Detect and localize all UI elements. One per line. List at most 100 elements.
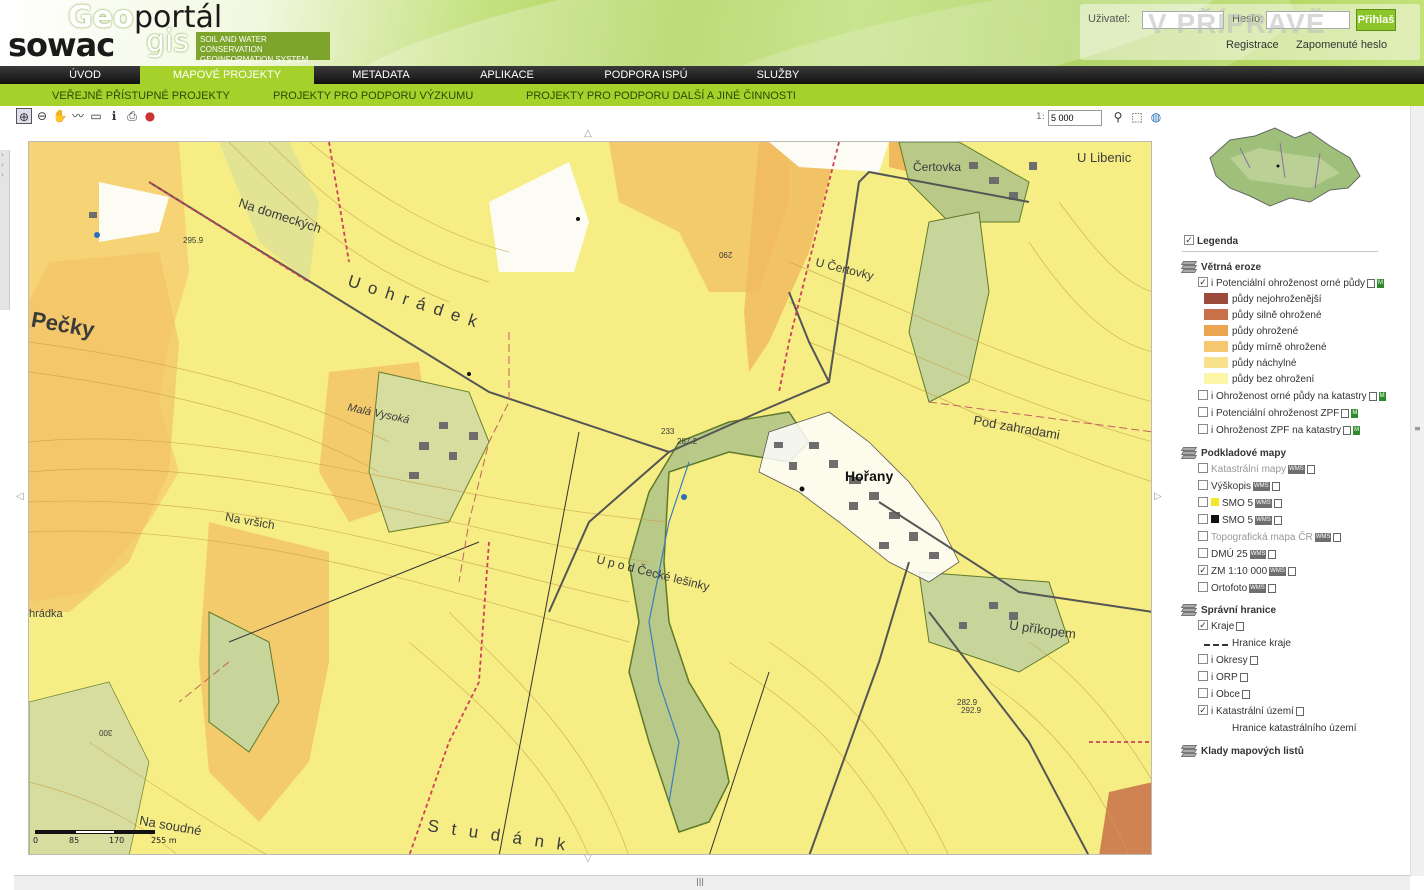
layer-settings-icon[interactable]	[1333, 532, 1342, 542]
info-badge[interactable]: i	[1211, 672, 1213, 683]
info-badge[interactable]: i	[1211, 408, 1213, 419]
layer-metadata-icon[interactable]: M	[1353, 425, 1361, 435]
legend-section-base-maps[interactable]: Podkladové mapy	[1180, 446, 1286, 462]
layer-checkbox[interactable]	[1198, 480, 1208, 491]
legend-layer[interactable]: ZM 1:10 000WMS	[1198, 564, 1296, 580]
nav-item-podpora-ispu[interactable]: PODPORA ISPÚ	[566, 66, 726, 84]
layer-metadata-icon[interactable]: M	[1351, 408, 1359, 418]
subnav-item-other[interactable]: PROJEKTY PRO PODPORU DALŠÍ A JINÉ ČINNOS…	[526, 84, 796, 106]
layer-settings-icon[interactable]	[1368, 391, 1377, 401]
legend-layer[interactable]: Topografická mapa ČR WMS	[1198, 530, 1342, 546]
layer-checkbox[interactable]	[1198, 620, 1208, 631]
info-badge[interactable]: i	[1211, 278, 1213, 289]
info-badge[interactable]: i	[1211, 425, 1213, 436]
legend-layer[interactable]: i Potenciální ohroženost orné půdy M	[1198, 276, 1385, 292]
info-icon[interactable]: ℹ	[106, 108, 122, 124]
select-box-icon[interactable]: ⬚	[1129, 109, 1145, 125]
pan-west-icon[interactable]: ◁	[16, 491, 24, 502]
legend-layer[interactable]: i Obce	[1198, 687, 1250, 703]
overview-map[interactable]	[1200, 118, 1370, 218]
scale-input[interactable]	[1048, 110, 1102, 126]
layer-checkbox[interactable]	[1198, 407, 1208, 418]
layer-settings-icon[interactable]	[1249, 655, 1258, 665]
legend-header[interactable]: Legenda	[1184, 234, 1238, 250]
binoculars-icon[interactable]: ⚲	[1110, 109, 1126, 125]
layer-checkbox[interactable]	[1198, 705, 1208, 716]
vertical-scrollbar[interactable]: ≡	[1410, 106, 1424, 876]
nav-item-uvod[interactable]: ÚVOD	[30, 66, 140, 84]
layer-checkbox[interactable]	[1198, 582, 1208, 593]
layer-checkbox[interactable]	[1198, 671, 1208, 682]
layer-settings-icon[interactable]	[1268, 549, 1277, 559]
layer-checkbox[interactable]	[1198, 565, 1208, 576]
legend-section-wind-erosion[interactable]: Větrná eroze	[1180, 260, 1261, 276]
layer-metadata-icon[interactable]: M	[1377, 278, 1385, 288]
legend-layer[interactable]: Kraje	[1198, 619, 1245, 635]
nav-item-sluzby[interactable]: SLUŽBY	[726, 66, 830, 84]
layer-checkbox[interactable]	[1198, 463, 1208, 474]
scroll-grip-icon[interactable]: |||	[696, 877, 704, 886]
layer-settings-icon[interactable]	[1241, 689, 1250, 699]
layer-checkbox[interactable]	[1198, 688, 1208, 699]
layer-settings-icon[interactable]	[1236, 621, 1245, 631]
layer-settings-icon[interactable]	[1287, 566, 1296, 576]
zoom-in-icon[interactable]: ⊕	[16, 108, 32, 124]
legend-section-map-sheets[interactable]: Klady mapových listů	[1180, 744, 1304, 760]
nav-item-aplikace[interactable]: APLIKACE	[448, 66, 566, 84]
marker-icon[interactable]: ●	[142, 108, 158, 124]
layer-checkbox[interactable]	[1198, 514, 1208, 525]
subnav-item-public[interactable]: VEŘEJNĚ PŘÍSTUPNÉ PROJEKTY	[52, 84, 230, 106]
legend-layer[interactable]: i ORP	[1198, 670, 1248, 686]
legend-toggle-checkbox[interactable]	[1184, 235, 1194, 246]
legend-layer[interactable]: i Ohroženost ZPF na katastry M	[1198, 423, 1361, 439]
legend-layer[interactable]: i Katastrální území	[1198, 704, 1304, 720]
subnav-item-research[interactable]: PROJEKTY PRO PODPORU VÝZKUMU	[273, 84, 473, 106]
layer-checkbox[interactable]	[1198, 654, 1208, 665]
legend-layer[interactable]: SMO 5 WMS	[1198, 496, 1282, 512]
layer-settings-icon[interactable]	[1306, 464, 1315, 474]
layer-settings-icon[interactable]	[1343, 425, 1352, 435]
legend-layer[interactable]: Ortofoto WMS	[1198, 581, 1276, 597]
zoom-out-icon[interactable]: ⊖	[34, 108, 50, 124]
layer-settings-icon[interactable]	[1271, 481, 1280, 491]
login-button[interactable]: Přihlaš	[1356, 9, 1396, 31]
layer-settings-icon[interactable]	[1341, 408, 1350, 418]
map-canvas[interactable]: Na domeckých U o h r á d e k Pečky Malá …	[28, 141, 1152, 855]
info-badge[interactable]: i	[1211, 391, 1213, 402]
horizontal-scrollbar[interactable]: |||	[14, 875, 1410, 890]
layer-checkbox[interactable]	[1198, 390, 1208, 401]
layer-settings-icon[interactable]	[1295, 706, 1304, 716]
globe-icon[interactable]: ◍	[1148, 109, 1164, 125]
info-badge[interactable]: i	[1211, 655, 1213, 666]
measure-line-icon[interactable]: 〰	[70, 108, 86, 124]
layer-settings-icon[interactable]	[1273, 515, 1282, 525]
pan-north-icon[interactable]: △	[584, 128, 592, 139]
measure-area-icon[interactable]: ▭	[88, 108, 104, 124]
legend-section-admin-boundaries[interactable]: Správní hranice	[1180, 603, 1276, 619]
logo[interactable]: Geo portál sowac gis SOIL AND WATER CONS…	[6, 0, 336, 64]
forgot-password-link[interactable]: Zapomenuté heslo	[1296, 39, 1387, 51]
info-badge[interactable]: i	[1211, 706, 1213, 717]
layer-checkbox[interactable]	[1198, 548, 1208, 559]
print-icon[interactable]: ⎙	[124, 108, 140, 124]
info-badge[interactable]: i	[1211, 689, 1213, 700]
register-link[interactable]: Registrace	[1226, 39, 1279, 51]
legend-layer[interactable]: Výškopis WMS	[1198, 479, 1280, 495]
layer-checkbox[interactable]	[1198, 531, 1208, 542]
legend-layer[interactable]: i Ohroženost orné půdy na katastry M	[1198, 389, 1386, 405]
scroll-grip-icon[interactable]: ≡	[1414, 424, 1422, 434]
layer-checkbox[interactable]	[1198, 424, 1208, 435]
layer-metadata-icon[interactable]: M	[1378, 391, 1386, 401]
legend-layer[interactable]: i Okresy	[1198, 653, 1258, 669]
left-panel-toggle[interactable]: › › ›	[0, 150, 10, 310]
legend-layer[interactable]: DMÚ 25 WMS	[1198, 547, 1277, 563]
legend-layer[interactable]: Katastrální mapy WMS	[1198, 462, 1315, 478]
nav-item-metadata[interactable]: METADATA	[314, 66, 448, 84]
legend-layer[interactable]: i Potenciální ohroženost ZPF M	[1198, 406, 1359, 422]
layer-settings-icon[interactable]	[1367, 278, 1376, 288]
nav-item-mapove-projekty[interactable]: MAPOVÉ PROJEKTY	[140, 66, 314, 84]
layer-settings-icon[interactable]	[1267, 583, 1276, 593]
layer-settings-icon[interactable]	[1239, 672, 1248, 682]
pan-east-icon[interactable]: ▷	[1154, 491, 1162, 502]
pan-hand-icon[interactable]: ✋	[52, 108, 68, 124]
